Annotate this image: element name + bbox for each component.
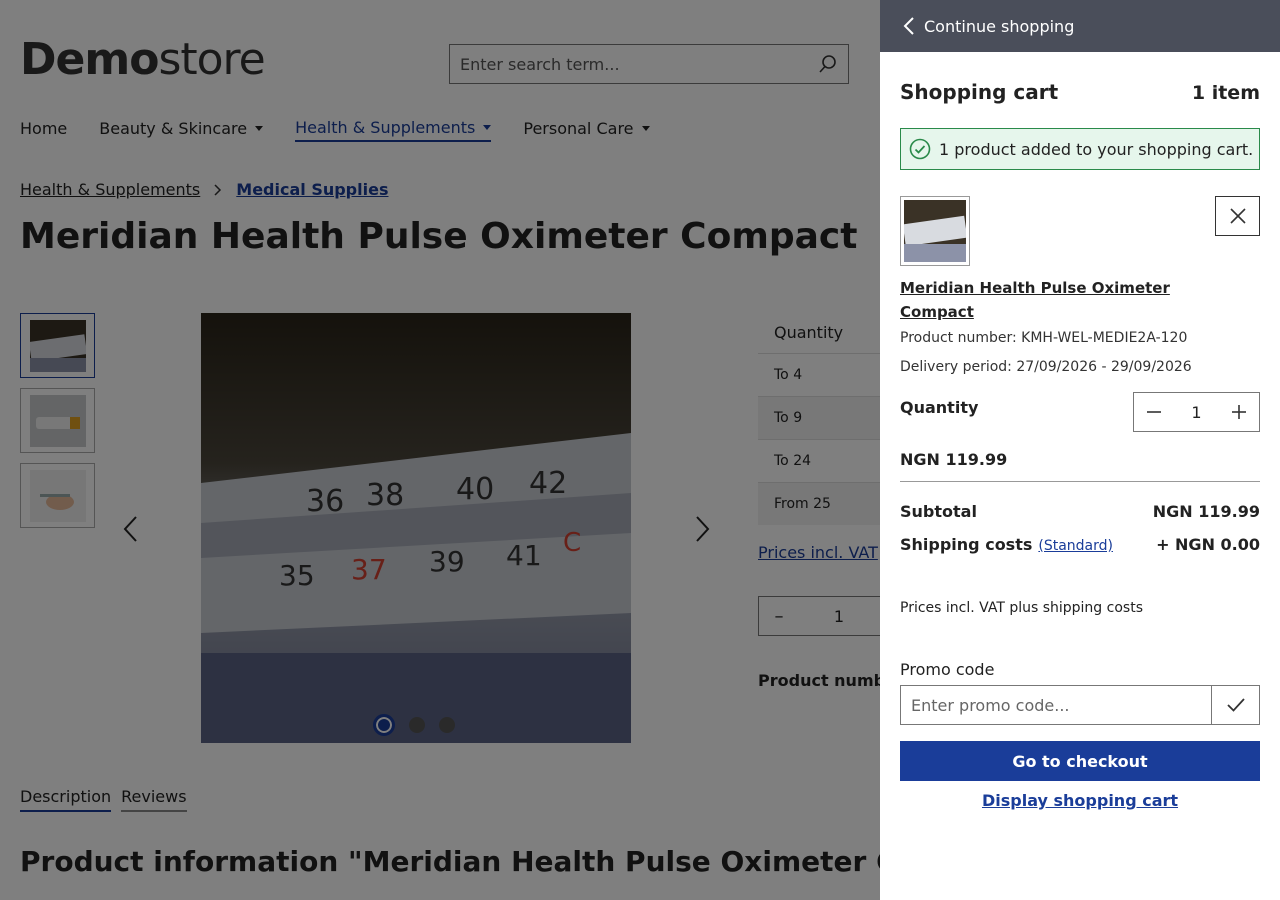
increase-button[interactable] [1219, 393, 1259, 431]
promo-code-label: Promo code [900, 660, 995, 679]
plus-icon [1232, 405, 1246, 419]
quantity-stepper: 1 [1133, 392, 1260, 432]
line-item-delivery: Delivery period: 27/09/2026 - 29/09/2026 [900, 359, 1192, 375]
line-item-price: NGN 119.99 [900, 450, 1260, 482]
shipping-label: Shipping costs [900, 535, 1033, 554]
cart-title: Shopping cart [900, 80, 1059, 104]
subtotal-label: Subtotal [900, 502, 977, 521]
remove-item-button[interactable] [1215, 196, 1260, 236]
promo-code-form: Enter promo code... [900, 685, 1260, 725]
checkout-button[interactable]: Go to checkout [900, 741, 1260, 781]
decrease-button[interactable] [1134, 393, 1174, 431]
close-icon [1229, 208, 1246, 224]
display-cart-link[interactable]: Display shopping cart [900, 791, 1260, 810]
continue-shopping-button[interactable]: Continue shopping [880, 0, 1280, 52]
subtotal-value: NGN 119.99 [1152, 502, 1260, 521]
offcanvas-cart: Continue shopping Shopping cart 1 item 1… [880, 0, 1280, 900]
backdrop-overlay[interactable] [0, 0, 880, 900]
checkmark-icon [1226, 698, 1245, 712]
thermometer-thumbnail-image [902, 200, 968, 262]
cart-line-item: Meridian Health Pulse Oximeter Compact P… [900, 196, 1260, 482]
continue-shopping-label: Continue shopping [924, 16, 1075, 36]
chevron-left-icon [903, 17, 914, 35]
subtotal-row: Subtotal NGN 119.99 [900, 502, 1260, 521]
check-circle-icon [909, 138, 931, 160]
shipping-row: Shipping costs (Standard) + NGN 0.00 [900, 535, 1260, 554]
line-item-product-number: Product number: KMH-WEL-MEDIE2A-120 [900, 330, 1188, 346]
minus-icon [1147, 411, 1161, 413]
alert-text: 1 product added to your shopping cart. [939, 139, 1254, 159]
promo-code-input[interactable]: Enter promo code... [900, 685, 1212, 725]
apply-promo-button[interactable] [1212, 685, 1260, 725]
shipping-value: + NGN 0.00 [1156, 535, 1260, 554]
vat-note: Prices incl. VAT plus shipping costs [900, 600, 1143, 616]
line-item-name[interactable]: Meridian Health Pulse Oximeter Compact [900, 276, 1170, 324]
success-alert: 1 product added to your shopping cart. [900, 128, 1260, 170]
quantity-label: Quantity [900, 398, 979, 417]
quantity-value[interactable]: 1 [1174, 403, 1219, 422]
cart-item-count: 1 item [1191, 82, 1260, 104]
shipping-method-link[interactable]: (Standard) [1038, 538, 1113, 554]
line-item-image[interactable] [900, 196, 970, 266]
